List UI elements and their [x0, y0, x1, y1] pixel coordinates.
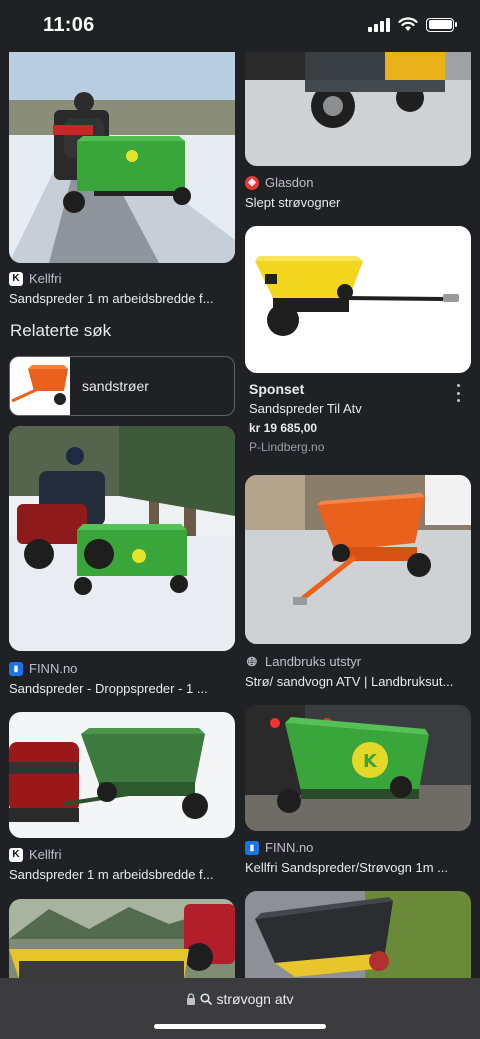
related-search-thumbnail: [10, 357, 70, 415]
result-source-label: FINN.no: [29, 661, 78, 676]
result-source-label: Glasdon: [265, 175, 314, 190]
sponsored-title[interactable]: Sandspreder Til Atv: [249, 401, 449, 416]
result-title-landbruks[interactable]: Strø/ sandvogn ATV | Landbruksut...: [245, 674, 471, 689]
url-display[interactable]: strøvogn atv: [0, 991, 480, 1007]
result-source-label: Kellfri: [29, 847, 62, 862]
result-image-finn-1[interactable]: [9, 426, 235, 651]
result-source-label: FINN.no: [265, 840, 314, 855]
result-image-landbruks[interactable]: [245, 475, 471, 644]
result-source-label: Landbruks utstyr: [265, 654, 362, 669]
result-source-glasdon[interactable]: ◈ Glasdon: [245, 175, 313, 190]
result-source-label: Kellfri: [29, 271, 62, 286]
result-source-kellfri-1[interactable]: K Kellfri: [9, 271, 62, 286]
url-text: strøvogn atv: [216, 991, 294, 1007]
globe-icon: 🌐︎: [246, 653, 258, 669]
glasdon-logo-icon: ◈: [245, 175, 259, 190]
result-image-glasdon[interactable]: [245, 40, 471, 166]
cellular-signal-icon: [368, 17, 390, 32]
status-icons: [368, 17, 457, 32]
svg-text:K: K: [363, 751, 378, 772]
result-title-finn-1[interactable]: Sandspreder - Droppspreder - 1 ...: [9, 681, 235, 696]
result-image-partial-right[interactable]: [245, 891, 471, 989]
sponsored-product-image[interactable]: [245, 226, 471, 373]
finn-logo-icon: ▮: [9, 661, 23, 676]
sponsored-price: kr 19 685,00: [249, 421, 318, 435]
related-search-label: sandstrøer: [82, 378, 149, 394]
status-time: 11:06: [43, 14, 95, 36]
status-bar: 11:06: [0, 0, 480, 52]
home-indicator[interactable]: [154, 1024, 326, 1029]
lock-icon: [187, 993, 196, 1005]
search-icon: [200, 993, 213, 1005]
finn-logo-icon: ▮: [245, 840, 259, 855]
result-title-kellfri-1[interactable]: Sandspreder 1 m arbeidsbredde f...: [9, 291, 235, 306]
result-image-partial-left[interactable]: [9, 899, 235, 989]
sponsored-domain[interactable]: P-Lindberg.no: [249, 440, 324, 454]
related-searches-heading: Relaterte søk: [10, 321, 112, 340]
result-source-landbruks[interactable]: 🌐︎ Landbruks utstyr: [245, 653, 362, 670]
result-source-kellfri-2[interactable]: K Kellfri: [9, 847, 62, 862]
result-source-finn-1[interactable]: ▮ FINN.no: [9, 661, 77, 676]
url-bar[interactable]: strøvogn atv: [0, 978, 480, 1039]
kellfri-logo-icon: K: [9, 847, 23, 862]
kellfri-logo-icon: K: [9, 271, 23, 286]
battery-icon: [426, 17, 457, 32]
result-image-finn-2[interactable]: K: [245, 705, 471, 831]
result-image-kellfri-1[interactable]: [9, 40, 235, 263]
result-title-glasdon[interactable]: Slept strøvogner: [245, 195, 471, 210]
result-title-kellfri-2[interactable]: Sandspreder 1 m arbeidsbredde f...: [9, 867, 235, 882]
related-search-chip[interactable]: sandstrøer: [9, 356, 235, 416]
result-image-kellfri-2[interactable]: [9, 712, 235, 838]
more-options-icon[interactable]: [452, 384, 464, 402]
wifi-icon: [398, 17, 418, 31]
sponsored-label: Sponset: [249, 381, 305, 397]
result-source-finn-2[interactable]: ▮ FINN.no: [245, 840, 313, 855]
result-title-finn-2[interactable]: Kellfri Sandspreder/Strøvogn 1m ...: [245, 860, 471, 875]
